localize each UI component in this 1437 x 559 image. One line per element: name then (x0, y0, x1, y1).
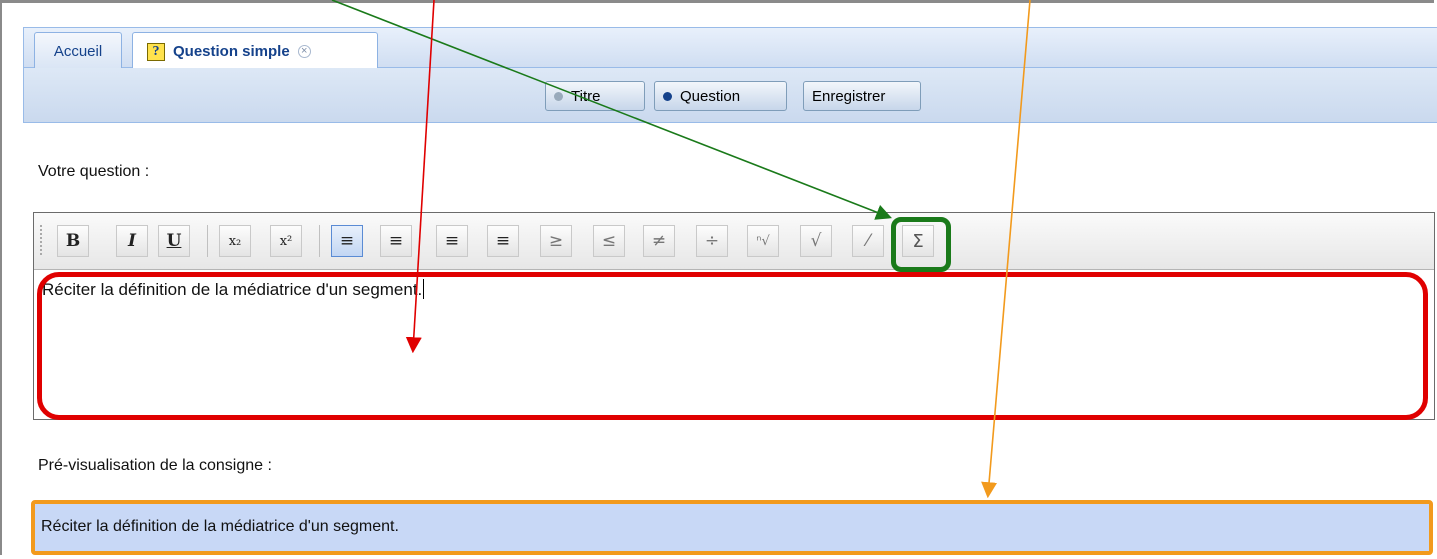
toolbar-separator (319, 225, 320, 257)
question-icon: ? (147, 42, 165, 61)
editor-toolbar: B I U x₂ x² ≡ ≡ ≡ ≡ ≥ ≤ ≠ ÷ ⁿ√ √ ⁄ Σ (34, 213, 1434, 270)
align-left-button[interactable]: ≡ (331, 225, 363, 257)
square-root-button[interactable]: √ (800, 225, 832, 257)
tab-question-simple-label: Question simple (173, 43, 290, 60)
question-label: Question (680, 87, 741, 105)
italic-icon: I (128, 231, 136, 251)
greater-equal-icon: ≥ (548, 231, 564, 251)
tab-question-simple[interactable]: ? Question simple × (132, 32, 378, 70)
question-button[interactable]: Question (654, 81, 787, 111)
underline-icon: U (166, 231, 182, 251)
question-field-label: Votre question : (38, 163, 150, 180)
titre-label: Titre (571, 87, 601, 105)
align-left-icon: ≡ (339, 231, 355, 251)
square-root-icon: √ (810, 231, 822, 251)
justify-icon: ≡ (495, 231, 511, 251)
divide-icon: ÷ (704, 231, 720, 251)
save-label: Enregistrer (812, 87, 886, 105)
less-equal-icon: ≤ (601, 231, 617, 251)
tab-bar: Accueil ? Question simple × (23, 27, 1437, 70)
nth-root-icon: ⁿ√ (756, 233, 770, 249)
less-equal-button[interactable]: ≤ (593, 225, 625, 257)
tab-accueil-label: Accueil (53, 42, 103, 60)
fraction-icon: ⁄ (866, 231, 870, 251)
subscript-button[interactable]: x₂ (219, 225, 251, 257)
not-equal-icon: ≠ (651, 231, 667, 251)
nth-root-button[interactable]: ⁿ√ (747, 225, 779, 257)
superscript-icon: x² (279, 233, 293, 249)
toolbar-grip-icon (40, 225, 46, 255)
align-center-button[interactable]: ≡ (380, 225, 412, 257)
align-right-button[interactable]: ≡ (436, 225, 468, 257)
preview-label: Pré-visualisation de la consigne : (38, 457, 272, 474)
tab-accueil[interactable]: Accueil (34, 32, 122, 69)
save-button[interactable]: Enregistrer (803, 81, 921, 111)
bold-icon: B (65, 231, 81, 251)
bold-button[interactable]: B (57, 225, 89, 257)
not-equal-button[interactable]: ≠ (643, 225, 675, 257)
close-icon[interactable]: × (297, 45, 311, 58)
highlight-sum-button (891, 217, 951, 272)
preview-text: Réciter la définition de la médiatrice d… (41, 518, 399, 535)
align-center-icon: ≡ (388, 231, 404, 251)
superscript-button[interactable]: x² (270, 225, 302, 257)
justify-button[interactable]: ≡ (487, 225, 519, 257)
bullet-icon (554, 91, 563, 101)
preview-box: Réciter la définition de la médiatrice d… (31, 500, 1433, 555)
align-right-icon: ≡ (444, 231, 460, 251)
underline-button[interactable]: U (158, 225, 190, 257)
subscript-icon: x₂ (228, 233, 242, 249)
titre-button[interactable]: Titre (545, 81, 645, 111)
greater-equal-button[interactable]: ≥ (540, 225, 572, 257)
main-toolbar: Titre Question Enregistrer (23, 68, 1437, 123)
highlight-editor-box (37, 272, 1428, 420)
toolbar-separator (207, 225, 208, 257)
fraction-button[interactable]: ⁄ (852, 225, 884, 257)
divide-button[interactable]: ÷ (696, 225, 728, 257)
italic-button[interactable]: I (116, 225, 148, 257)
bullet-icon (663, 91, 672, 101)
